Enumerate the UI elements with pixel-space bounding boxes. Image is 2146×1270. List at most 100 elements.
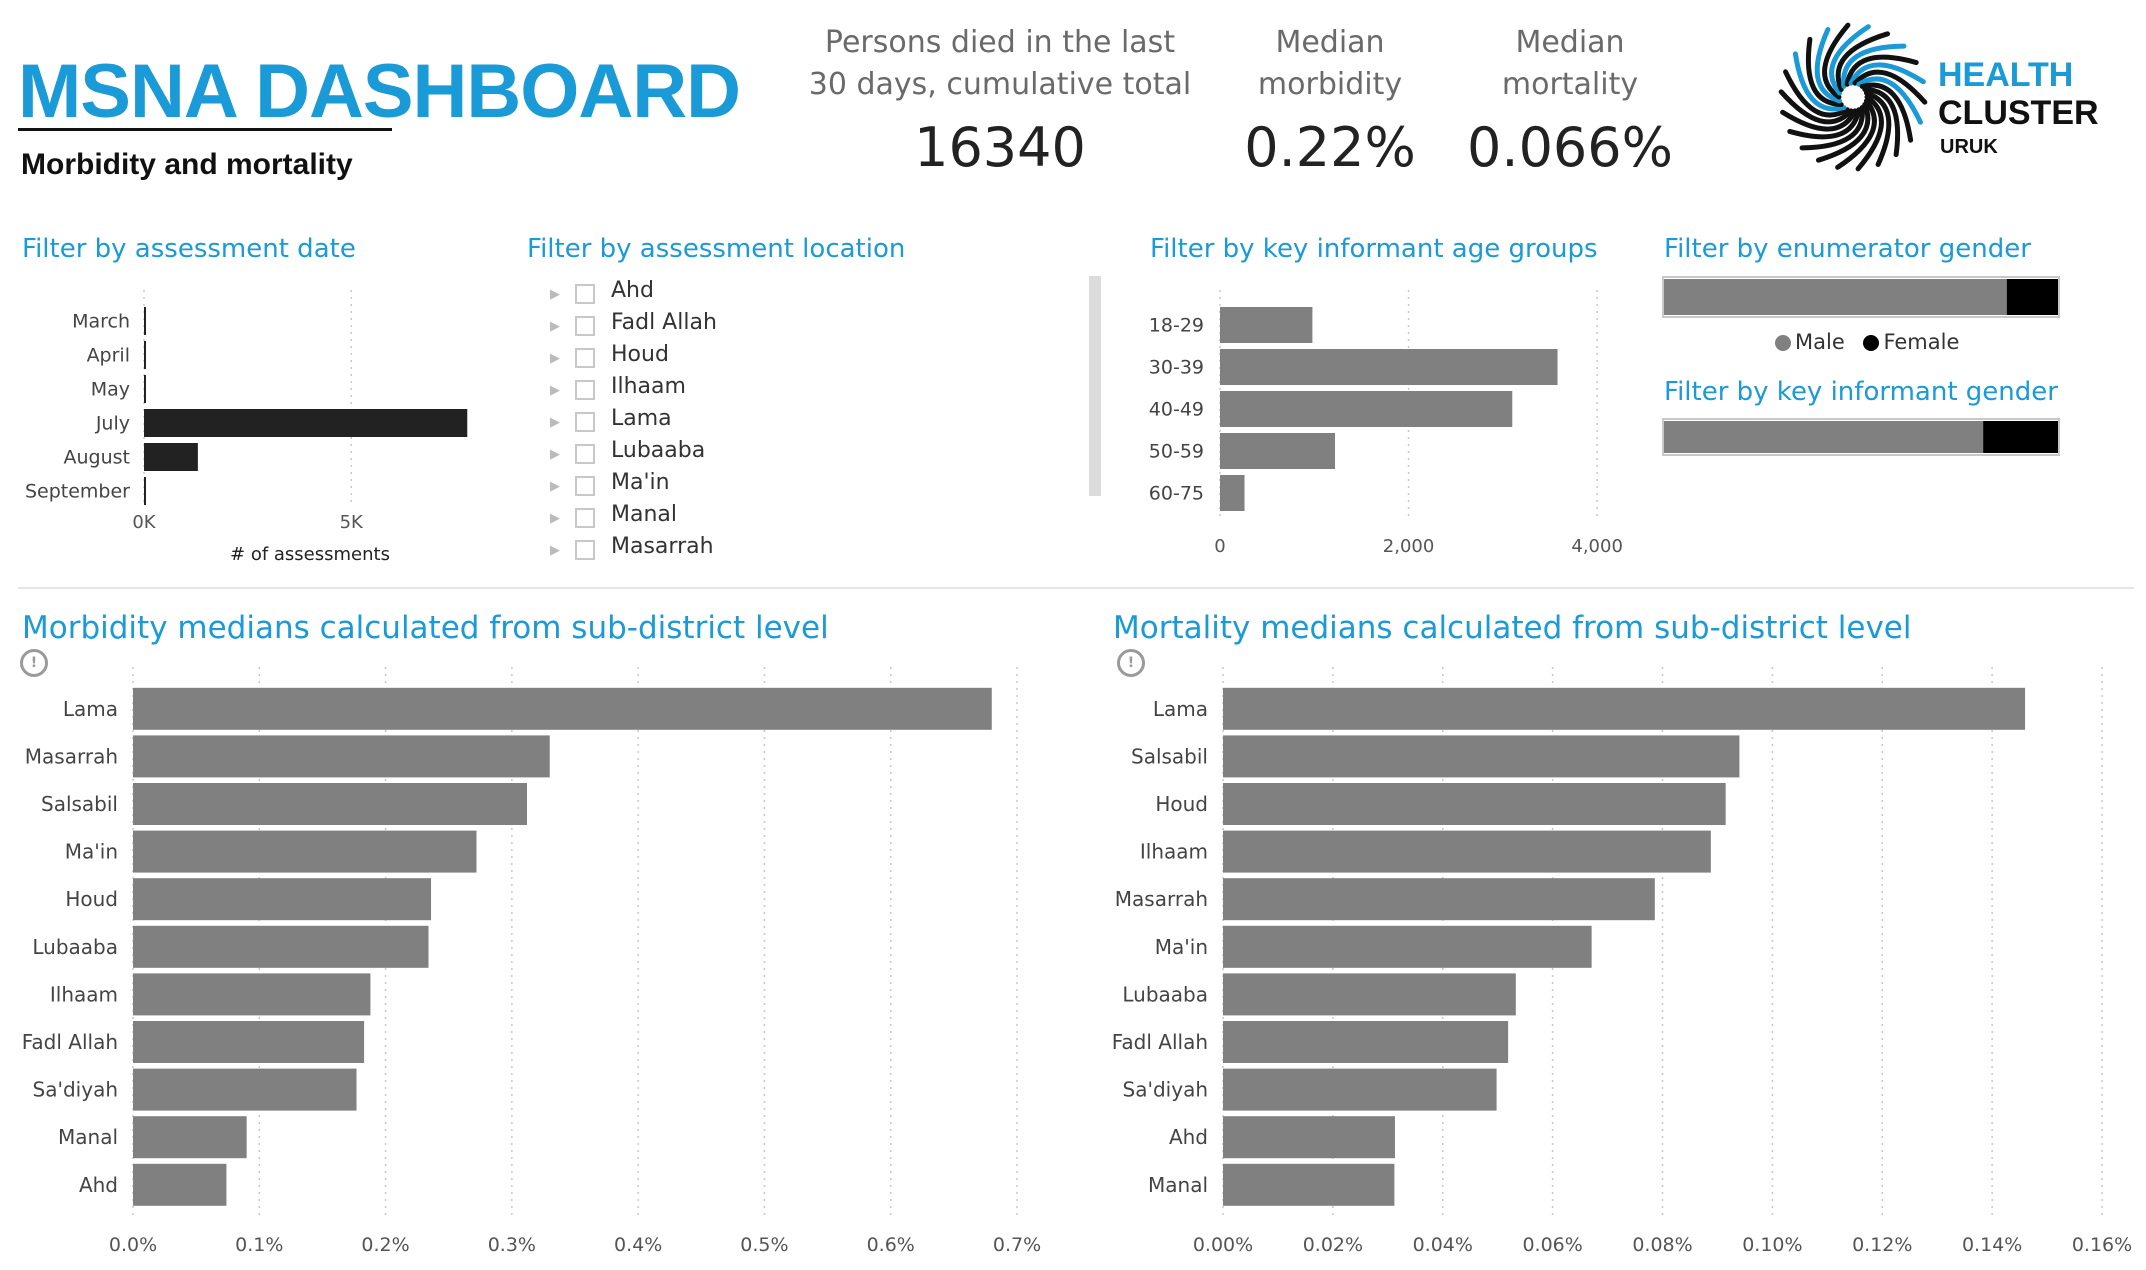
- bar: [1220, 475, 1245, 511]
- category-label: Fadl Allah: [22, 1030, 118, 1054]
- category-label: Manal: [1148, 1173, 1208, 1197]
- section-divider: [18, 587, 2134, 589]
- bar-segment: [1983, 421, 2058, 453]
- tick-label: 0.08%: [1632, 1234, 1692, 1256]
- age-filter-chart[interactable]: 18-29 30-39 40-49 50-59 60-75 0 2,000 4,000: [1140, 290, 1660, 560]
- category-label: Salsabil: [1131, 744, 1208, 768]
- location-slicer-scrollbar[interactable]: [1089, 276, 1101, 496]
- category-label: August: [64, 447, 131, 469]
- bar-segment: [1664, 279, 2007, 315]
- category-label: Masarrah: [1115, 887, 1208, 911]
- category-label: May: [91, 379, 130, 401]
- checkbox[interactable]: [575, 348, 595, 368]
- tick-label: 0.1%: [235, 1234, 283, 1256]
- bar: [1223, 878, 1655, 921]
- kpi-deaths-value: 16340: [914, 116, 1086, 179]
- expand-arrow-icon[interactable]: ▶: [550, 319, 560, 334]
- category-label: Ahd: [79, 1173, 118, 1197]
- bar-segment: [2006, 279, 2058, 315]
- category-label: Sa'diyah: [1123, 1078, 1208, 1102]
- kpi-deaths-label-1: Persons died in the last: [824, 25, 1176, 60]
- mortality-chart: Lama Salsabil Houd Ilhaam Masarrah Ma'in Lubaa…: [1112, 667, 2132, 1256]
- bar: [133, 1068, 357, 1111]
- dashboard-subtitle: Morbidity and mortality: [21, 148, 353, 181]
- category-label: Sa'diyah: [33, 1078, 118, 1102]
- category-label: Ma'in: [65, 840, 118, 864]
- tick-label: 0.5%: [740, 1234, 788, 1256]
- bar: [144, 341, 146, 369]
- location-label: Manal: [611, 502, 677, 527]
- filter-date-title: Filter by assessment date: [22, 234, 356, 264]
- date-filter-chart[interactable]: March April May July August September0K 5K # of…: [0, 290, 520, 570]
- expand-arrow-icon[interactable]: ▶: [550, 287, 560, 302]
- bar: [1223, 1163, 1395, 1206]
- checkbox[interactable]: [575, 444, 595, 464]
- expand-arrow-icon[interactable]: ▶: [550, 543, 560, 558]
- category-label: Salsabil: [41, 792, 118, 816]
- category-label: March: [72, 311, 130, 333]
- enumerator-gender-bar[interactable]: [1662, 276, 2062, 318]
- bar: [1220, 307, 1313, 343]
- health-cluster-logo: HEALTH CLUSTER URUK: [1778, 22, 2138, 172]
- bar: [1223, 1068, 1497, 1111]
- category-label: 50-59: [1149, 441, 1204, 463]
- kpi-morbidity-label-2: morbidity: [1257, 67, 1403, 102]
- location-label: Ahd: [611, 278, 654, 303]
- bar: [133, 1021, 365, 1063]
- ki-gender-bar[interactable]: [1662, 418, 2062, 458]
- tick-label: 0.04%: [1413, 1234, 1473, 1256]
- kpi-mortality-value: 0.066%: [1467, 116, 1673, 179]
- category-label: Ilhaam: [1140, 840, 1208, 864]
- bar: [1223, 1116, 1395, 1159]
- expand-arrow-icon[interactable]: ▶: [550, 351, 560, 366]
- checkbox[interactable]: [575, 540, 595, 560]
- kpi-morbidity: Median morbidity 0.22%: [1230, 22, 1430, 179]
- bar: [1223, 735, 1740, 778]
- tick-label: 0.16%: [2072, 1234, 2132, 1256]
- expand-arrow-icon[interactable]: ▶: [550, 511, 560, 526]
- bar: [144, 443, 198, 471]
- bar: [144, 477, 146, 505]
- filter-enumerator-gender-title: Filter by enumerator gender: [1664, 234, 2031, 264]
- filter-location-title: Filter by assessment location: [527, 234, 906, 264]
- tick-label: 0.02%: [1303, 1234, 1363, 1256]
- tick-label: 0.0%: [109, 1234, 157, 1256]
- bar: [133, 687, 992, 730]
- expand-arrow-icon[interactable]: ▶: [550, 415, 560, 430]
- bar: [1223, 687, 2026, 730]
- bar: [1223, 830, 1711, 873]
- category-label: Masarrah: [25, 744, 118, 768]
- location-label: Ma'in: [611, 470, 670, 495]
- checkbox[interactable]: [575, 380, 595, 400]
- category-label: Lama: [1153, 697, 1208, 721]
- category-label: Manal: [58, 1125, 118, 1149]
- kpi-mortality-label-2: mortality: [1501, 67, 1639, 102]
- checkbox[interactable]: [575, 412, 595, 432]
- bar: [133, 1163, 227, 1206]
- checkbox[interactable]: [575, 508, 595, 528]
- expand-arrow-icon[interactable]: ▶: [550, 383, 560, 398]
- checkbox[interactable]: [575, 476, 595, 496]
- location-label: Ilhaam: [611, 374, 686, 399]
- expand-arrow-icon[interactable]: ▶: [550, 447, 560, 462]
- category-label: September: [25, 481, 130, 503]
- tick-label: 0.7%: [993, 1234, 1041, 1256]
- bar: [1223, 783, 1726, 825]
- checkbox[interactable]: [575, 316, 595, 336]
- category-label: Lubaaba: [32, 935, 118, 959]
- kpi-deaths-label-2: 30 days, cumulative total: [808, 67, 1192, 102]
- category-label: Lama: [63, 697, 118, 721]
- morbidity-chart-title: Morbidity medians calculated from sub-di…: [22, 610, 829, 646]
- tick-label: 0.3%: [488, 1234, 536, 1256]
- filter-age-title: Filter by key informant age groups: [1150, 234, 1598, 264]
- bar: [133, 878, 432, 921]
- category-label: 30-39: [1149, 357, 1204, 379]
- expand-arrow-icon[interactable]: ▶: [550, 479, 560, 494]
- category-label: July: [95, 413, 130, 435]
- legend-female-label: Female: [1883, 330, 1960, 354]
- male-legend-dot: [1775, 335, 1791, 351]
- tick-label: 0.4%: [614, 1234, 662, 1256]
- category-label: April: [87, 345, 130, 367]
- tick-label: 0.6%: [867, 1234, 915, 1256]
- checkbox[interactable]: [575, 284, 595, 304]
